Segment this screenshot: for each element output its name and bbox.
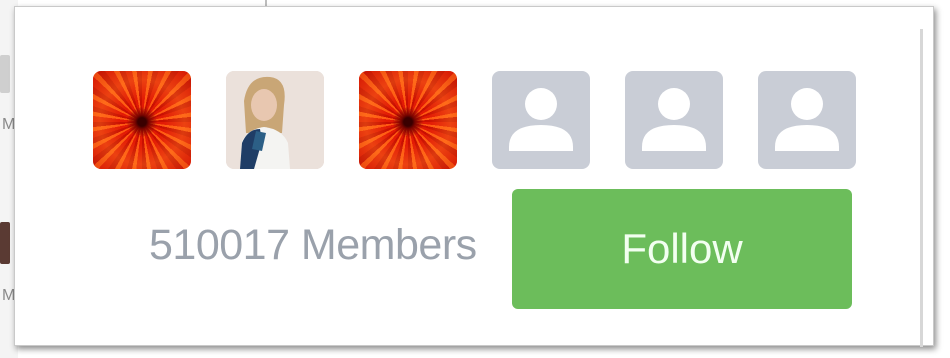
member-avatars (93, 71, 856, 169)
member-avatar[interactable] (93, 71, 191, 169)
default-user-icon (509, 88, 573, 151)
default-user-icon (642, 88, 706, 151)
group-members-popup: 510017 Members Follow (14, 6, 934, 347)
background-thumbnail (0, 55, 10, 93)
member-avatar[interactable] (625, 71, 723, 169)
member-avatar[interactable] (226, 71, 324, 169)
member-avatar[interactable] (492, 71, 590, 169)
follow-button[interactable]: Follow (512, 189, 852, 309)
follow-button-label: Follow (621, 225, 743, 272)
person-photo-icon (226, 71, 324, 169)
member-count: 510017 Members (149, 221, 477, 269)
scrollbar[interactable] (920, 29, 923, 347)
member-avatar[interactable] (758, 71, 856, 169)
default-user-icon (775, 88, 839, 151)
background-thumbnail (0, 222, 10, 264)
member-avatar[interactable] (359, 71, 457, 169)
